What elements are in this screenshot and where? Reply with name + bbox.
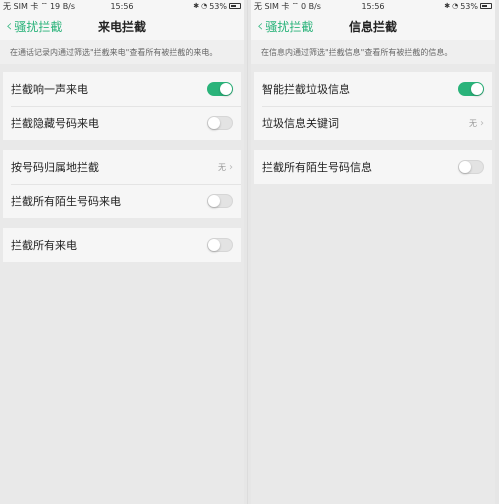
toggle-switch-off[interactable] bbox=[458, 160, 484, 174]
setting-label: 拦截所有陌生号码信息 bbox=[262, 161, 372, 174]
setting-label: 按号码归属地拦截 bbox=[11, 161, 99, 174]
battery-percent: 53% bbox=[460, 1, 478, 11]
toggle-knob bbox=[220, 83, 232, 95]
back-button[interactable]: ‹ 骚扰拦截 bbox=[6, 12, 62, 40]
chevron-left-icon: ‹ bbox=[6, 16, 13, 35]
status-bar: 无 SIM 卡 ⌔ 19 B/s 15:56 ✱ ◔ 53% bbox=[0, 0, 244, 12]
toggle-knob bbox=[208, 195, 220, 207]
toggle-knob bbox=[208, 239, 220, 251]
status-bar: 无 SIM 卡 ⌔ 0 B/s 15:56 ✱ ◔ 53% bbox=[251, 0, 495, 12]
setting-row-block-stranger-messages[interactable]: 拦截所有陌生号码信息 bbox=[254, 150, 492, 184]
toggle-switch-off[interactable] bbox=[207, 238, 233, 252]
sim-status: 无 SIM 卡 bbox=[3, 1, 39, 11]
screen: 无 SIM 卡 ⌔ 19 B/s 15:56 ✱ ◔ 53% ‹ 骚扰拦截 来电… bbox=[0, 0, 499, 504]
wifi-icon: ⌔ bbox=[40, 1, 48, 10]
setting-row-block-strangers[interactable]: 拦截所有陌生号码来电 bbox=[3, 184, 241, 218]
back-button[interactable]: ‹ 骚扰拦截 bbox=[257, 12, 313, 40]
bluetooth-icon: ✱ bbox=[193, 2, 200, 10]
network-speed: 0 B/s bbox=[300, 1, 321, 11]
toggle-knob bbox=[459, 161, 471, 173]
setting-row-spam-keywords[interactable]: 垃圾信息关键词 无 › bbox=[254, 106, 492, 140]
toggle-knob bbox=[208, 117, 220, 129]
back-label: 骚扰拦截 bbox=[14, 19, 63, 34]
setting-value: 无 › bbox=[469, 118, 484, 129]
setting-label: 拦截所有陌生号码来电 bbox=[11, 195, 121, 208]
battery-icon bbox=[480, 3, 492, 9]
back-label: 骚扰拦截 bbox=[265, 19, 314, 34]
settings-group: 拦截响一声来电 拦截隐藏号码来电 bbox=[3, 72, 241, 140]
setting-row-block-all-calls[interactable]: 拦截所有来电 bbox=[3, 228, 241, 262]
setting-row-smart-spam-block[interactable]: 智能拦截垃圾信息 bbox=[254, 72, 492, 106]
toggle-knob bbox=[471, 83, 483, 95]
message-block-screen: 无 SIM 卡 ⌔ 0 B/s 15:56 ✱ ◔ 53% ‹ 骚扰拦截 信息拦… bbox=[251, 0, 495, 504]
setting-row-block-hidden-number[interactable]: 拦截隐藏号码来电 bbox=[3, 106, 241, 140]
navigation-bar: ‹ 骚扰拦截 来电拦截 bbox=[0, 12, 244, 40]
setting-row-block-by-location[interactable]: 按号码归属地拦截 无 › bbox=[3, 150, 241, 184]
setting-value-text: 无 bbox=[218, 162, 226, 172]
description-text: 在信息内通过筛选"拦截信息"查看所有被拦截的信息。 bbox=[251, 40, 495, 64]
setting-label: 拦截响一声来电 bbox=[11, 83, 88, 96]
call-block-screen: 无 SIM 卡 ⌔ 19 B/s 15:56 ✱ ◔ 53% ‹ 骚扰拦截 来电… bbox=[0, 0, 244, 504]
setting-label: 拦截隐藏号码来电 bbox=[11, 117, 99, 130]
battery-percent: 53% bbox=[209, 1, 227, 11]
setting-value: 无 › bbox=[218, 162, 233, 173]
toggle-switch-off[interactable] bbox=[207, 116, 233, 130]
toggle-switch-on[interactable] bbox=[207, 82, 233, 96]
alarm-icon: ◔ bbox=[201, 2, 208, 10]
setting-label: 智能拦截垃圾信息 bbox=[262, 83, 350, 96]
panel-divider bbox=[247, 0, 248, 504]
settings-group: 按号码归属地拦截 无 › 拦截所有陌生号码来电 bbox=[3, 150, 241, 218]
wifi-icon: ⌔ bbox=[291, 1, 299, 10]
settings-group: 智能拦截垃圾信息 垃圾信息关键词 无 › bbox=[254, 72, 492, 140]
navigation-bar: ‹ 骚扰拦截 信息拦截 bbox=[251, 12, 495, 40]
chevron-right-icon: › bbox=[480, 117, 484, 129]
toggle-switch-off[interactable] bbox=[207, 194, 233, 208]
description-text: 在通话记录内通过筛选"拦截来电"查看所有被拦截的来电。 bbox=[0, 40, 244, 64]
setting-row-block-one-ring[interactable]: 拦截响一声来电 bbox=[3, 72, 241, 106]
network-speed: 19 B/s bbox=[49, 1, 76, 11]
alarm-icon: ◔ bbox=[452, 2, 459, 10]
settings-group: 拦截所有来电 bbox=[3, 228, 241, 262]
setting-label: 拦截所有来电 bbox=[11, 239, 77, 252]
chevron-right-icon: › bbox=[229, 161, 233, 173]
sim-status: 无 SIM 卡 bbox=[254, 1, 290, 11]
bluetooth-icon: ✱ bbox=[444, 2, 451, 10]
setting-label: 垃圾信息关键词 bbox=[262, 117, 339, 130]
chevron-left-icon: ‹ bbox=[257, 16, 264, 35]
toggle-switch-on[interactable] bbox=[458, 82, 484, 96]
settings-group: 拦截所有陌生号码信息 bbox=[254, 150, 492, 184]
battery-icon bbox=[229, 3, 241, 9]
clock: 15:56 bbox=[361, 1, 385, 11]
setting-value-text: 无 bbox=[469, 118, 477, 128]
clock: 15:56 bbox=[110, 1, 134, 11]
